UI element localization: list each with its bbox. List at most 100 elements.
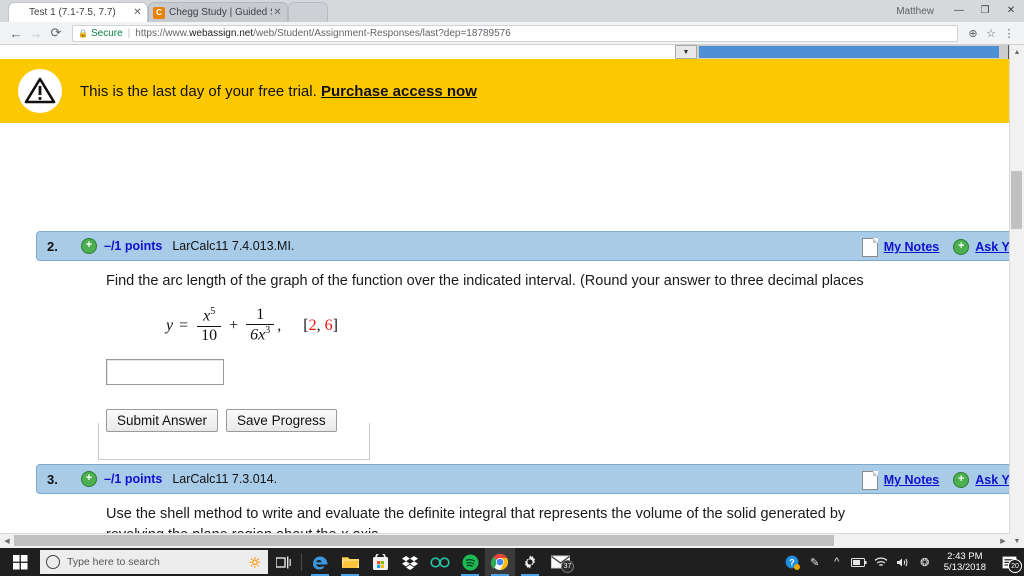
close-icon[interactable]: ✕ bbox=[272, 7, 283, 18]
clock-time: 2:43 PM bbox=[947, 551, 983, 562]
banner-message: This is the last day of your free trial. bbox=[80, 82, 317, 100]
start-button[interactable] bbox=[0, 548, 40, 576]
forward-icon[interactable]: → bbox=[26, 26, 46, 41]
svg-text:?: ? bbox=[789, 557, 795, 567]
submit-answer-button[interactable]: Submit Answer bbox=[106, 409, 219, 433]
expand-plus-icon[interactable]: + bbox=[953, 239, 970, 255]
taskbar-app-loop[interactable] bbox=[425, 548, 455, 576]
chrome-browser-window: WA Test 1 (7.1-7.5, 7.7) ✕ C Chegg Study… bbox=[0, 0, 1024, 548]
taskbar-app-spotify[interactable] bbox=[455, 548, 485, 576]
minimize-icon[interactable]: — bbox=[946, 0, 972, 22]
taskbar-app-file-explorer[interactable] bbox=[335, 548, 365, 576]
vertical-scroll-thumb[interactable] bbox=[1011, 171, 1022, 229]
url-prefix: https://www. bbox=[135, 27, 190, 39]
note-page-icon[interactable] bbox=[861, 470, 878, 490]
taskbar-app-settings[interactable] bbox=[515, 548, 545, 576]
taskbar-app-store[interactable] bbox=[365, 548, 395, 576]
question-prompt-line1: Use the shell method to write and evalua… bbox=[106, 506, 846, 522]
volume-icon[interactable] bbox=[892, 548, 914, 576]
question-number: 2. bbox=[47, 238, 58, 254]
profile-name[interactable]: Matthew bbox=[896, 6, 934, 17]
fraction-denominator: 10 bbox=[197, 325, 222, 345]
fraction-denominator: 6x3 bbox=[246, 324, 275, 345]
bluetooth-icon[interactable]: ❂ bbox=[914, 548, 936, 576]
expand-plus-icon[interactable]: + bbox=[81, 471, 97, 487]
help-icon[interactable]: ? bbox=[782, 548, 804, 576]
question-points: –/1 points bbox=[104, 239, 163, 253]
scroll-down-icon[interactable]: ▼ bbox=[1010, 534, 1024, 548]
scroll-thumb[interactable] bbox=[699, 46, 999, 58]
windows-logo-icon bbox=[12, 554, 27, 569]
url-text: https://www.webassign.net/web/Student/As… bbox=[135, 28, 511, 39]
chrome-icon bbox=[491, 553, 508, 570]
taskbar-app-edge[interactable] bbox=[305, 548, 335, 576]
reload-icon[interactable]: ⟳ bbox=[46, 25, 66, 41]
loop-icon bbox=[430, 556, 450, 568]
webassign-icon: WA bbox=[13, 6, 25, 19]
cortana-icon bbox=[46, 555, 60, 569]
expand-plus-icon[interactable]: + bbox=[81, 238, 97, 254]
search-placeholder: Type here to search bbox=[67, 556, 160, 568]
close-icon[interactable]: ✕ bbox=[132, 7, 143, 18]
chegg-icon: C bbox=[153, 6, 165, 19]
my-notes-link[interactable]: My Notes bbox=[884, 240, 940, 254]
taskbar-app-dropbox[interactable] bbox=[395, 548, 425, 576]
taskbar-divider bbox=[301, 553, 302, 571]
formula-fraction-1: x5 10 bbox=[197, 306, 222, 345]
page-horizontal-scrollbar[interactable]: ◀ ▶ bbox=[0, 533, 1010, 548]
battery-icon[interactable] bbox=[848, 548, 870, 576]
window-controls: Matthew — ❐ ✕ bbox=[896, 0, 1024, 22]
answer-input[interactable] bbox=[106, 359, 224, 386]
browser-tab-inactive[interactable]: C Chegg Study | Guided So ✕ bbox=[148, 2, 288, 22]
clock[interactable]: 2:43 PM 5/13/2018 bbox=[936, 551, 994, 573]
question-header-actions: My Notes + Ask Your bbox=[861, 232, 1024, 262]
formula-comma: , bbox=[277, 316, 282, 334]
url-path: /web/Student/Assignment-Responses/last?d… bbox=[253, 27, 511, 39]
formula-interval: [2, 6] bbox=[303, 316, 338, 334]
scroll-left-icon[interactable]: ◀ bbox=[0, 534, 14, 548]
address-bar[interactable]: 🔒 Secure | https://www.webassign.net/web… bbox=[72, 24, 958, 42]
banner-text: This is the last day of your free trial.… bbox=[80, 83, 477, 100]
scroll-left-button[interactable]: ▼ bbox=[675, 45, 697, 59]
pen-icon[interactable]: ✎ bbox=[804, 548, 826, 576]
bookmark-star-icon[interactable]: ☆ bbox=[982, 27, 1000, 40]
zoom-icon[interactable]: ⊕ bbox=[964, 27, 982, 40]
purchase-access-link[interactable]: Purchase access now bbox=[321, 83, 477, 100]
url-domain: webassign.net bbox=[189, 27, 254, 39]
omnibox-separator: | bbox=[127, 27, 131, 39]
system-tray: ? ✎ ^ ❂ 2:43 PM 5/13/2018 20 bbox=[782, 548, 1024, 576]
taskbar-app-mail[interactable]: 37 bbox=[545, 548, 575, 576]
question-number: 3. bbox=[47, 471, 58, 487]
maximize-icon[interactable]: ❐ bbox=[972, 0, 998, 22]
microphone-icon[interactable]: 🔅 bbox=[248, 556, 262, 569]
save-progress-button[interactable]: Save Progress bbox=[226, 409, 337, 433]
task-view-icon bbox=[275, 556, 291, 568]
chrome-menu-icon[interactable]: ⋮ bbox=[1000, 27, 1018, 40]
clock-date: 5/13/2018 bbox=[943, 562, 986, 573]
scroll-right-icon[interactable]: ▶ bbox=[996, 534, 1010, 548]
expand-plus-icon[interactable]: + bbox=[953, 472, 970, 488]
search-input[interactable]: Type here to search 🔅 bbox=[40, 550, 268, 574]
browser-tab-blank[interactable] bbox=[288, 2, 328, 22]
my-notes-link[interactable]: My Notes bbox=[884, 473, 940, 487]
question-header-actions: My Notes + Ask Your bbox=[861, 465, 1024, 495]
notification-center-button[interactable]: 20 bbox=[994, 548, 1024, 576]
question-formula-2: y = x5 10 + 1 6x3 , [2, 6] bbox=[166, 306, 1024, 345]
page-vertical-scrollbar[interactable]: ▲ ▼ bbox=[1009, 45, 1024, 548]
wifi-icon[interactable] bbox=[870, 548, 892, 576]
inner-horizontal-scrollbar[interactable]: ▼ bbox=[675, 45, 1024, 59]
horizontal-scroll-thumb[interactable] bbox=[14, 535, 834, 546]
formula-fraction-2: 1 6x3 bbox=[246, 306, 275, 345]
back-icon[interactable]: ← bbox=[6, 26, 26, 41]
scroll-up-icon[interactable]: ▲ bbox=[1010, 45, 1024, 59]
free-trial-banner: This is the last day of your free trial.… bbox=[0, 59, 1024, 123]
microsoft-store-icon bbox=[372, 553, 388, 570]
browser-tab-title: Chegg Study | Guided So bbox=[169, 7, 272, 18]
note-page-icon[interactable] bbox=[861, 237, 878, 257]
task-view-button[interactable] bbox=[268, 548, 298, 576]
question-code: LarCalc11 7.4.013.MI. bbox=[172, 239, 295, 253]
close-window-icon[interactable]: ✕ bbox=[998, 0, 1024, 22]
taskbar-app-chrome[interactable] bbox=[485, 548, 515, 576]
browser-tab-active[interactable]: WA Test 1 (7.1-7.5, 7.7) ✕ bbox=[8, 2, 148, 22]
show-hidden-icons-icon[interactable]: ^ bbox=[826, 548, 848, 576]
